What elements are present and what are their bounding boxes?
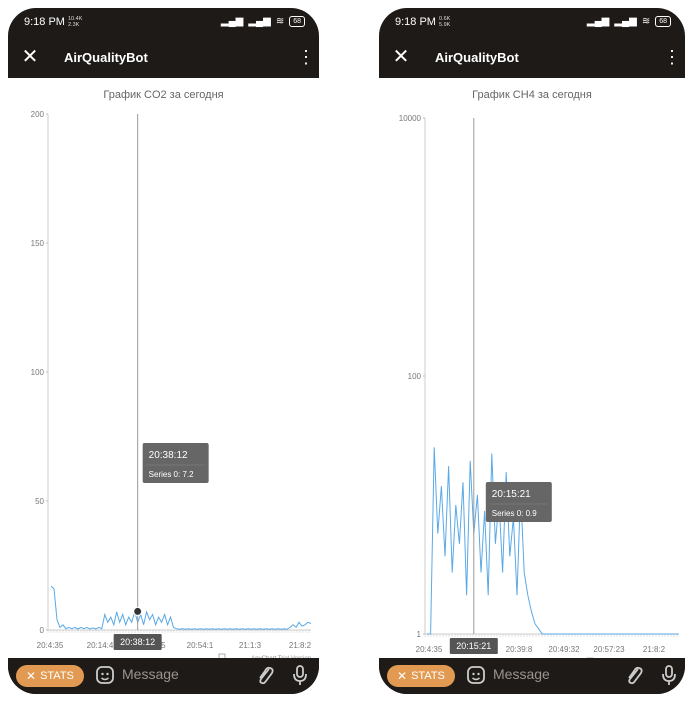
sticker-icon[interactable] xyxy=(465,664,487,686)
tooltip-time: 20:15:21 xyxy=(492,489,531,500)
app-bar: ✕ AirQualityBot ⋮ xyxy=(8,38,319,78)
y-tick-label: 50 xyxy=(35,497,44,506)
message-bar: ✕ STATS Message xyxy=(8,658,319,694)
network-speed: 10.4K 2.3K xyxy=(68,16,82,28)
status-icons: ▂▄▆ ▂▄▆ ≋ 68 xyxy=(221,16,305,27)
y-tick-label: 100 xyxy=(31,368,45,377)
status-icons: ▂▄▆ ▂▄▆ ≋ 68 xyxy=(587,16,671,27)
sticker-icon[interactable] xyxy=(94,664,116,686)
x-tick-label: 21:1:3 xyxy=(239,641,262,650)
microphone-icon[interactable] xyxy=(659,663,679,687)
y-tick-label: 150 xyxy=(31,239,45,248)
x-tick-label: 21:8:2 xyxy=(643,645,666,654)
stats-close-icon: ✕ xyxy=(397,669,408,683)
network-speed-down: 2.3K xyxy=(68,22,80,28)
x-tick-label: 20:4:35 xyxy=(416,645,443,654)
stats-button[interactable]: ✕ STATS xyxy=(387,665,455,687)
status-bar: 9:18 PM 0.6K 5.9K ▂▄▆ ▂▄▆ ≋ 68 xyxy=(379,8,685,38)
x-tick-label: 20:4:35 xyxy=(37,641,64,650)
x-tick-label: 20:14:4 xyxy=(87,641,114,650)
x-tick-label: 20:57:23 xyxy=(593,645,625,654)
tooltip-series: Series 0: 7.2 xyxy=(149,470,194,479)
battery-icon: 68 xyxy=(655,16,671,27)
battery-icon: 68 xyxy=(289,16,305,27)
battery-level: 68 xyxy=(293,18,301,25)
microphone-icon[interactable] xyxy=(290,663,310,687)
attach-icon[interactable] xyxy=(623,663,645,687)
status-time: 9:18 PM xyxy=(24,16,65,28)
close-icon[interactable]: ✕ xyxy=(391,46,411,68)
chart-co2[interactable]: График CO2 за сегодня 200 150 100 50 0 20:4:35… xyxy=(8,78,319,658)
series-0-line xyxy=(50,585,312,630)
crosshair-x-label: 20:15:21 xyxy=(456,641,491,651)
attach-icon[interactable] xyxy=(254,663,276,687)
signal-icon: ▂▄▆ xyxy=(220,16,244,27)
chart-ch4-svg[interactable]: График CH4 за сегодня 10000 100 1 20:4:35 20:… xyxy=(379,78,685,658)
y-tick-label: 10000 xyxy=(399,114,422,123)
series-0-line xyxy=(427,447,679,635)
battery-level: 68 xyxy=(659,18,667,25)
y-tick-label: 100 xyxy=(408,372,422,381)
stats-label: STATS xyxy=(411,670,445,682)
y-tick-label: 200 xyxy=(31,110,45,119)
signal-2-icon: ▂▄▆ xyxy=(614,16,637,27)
x-tick-label: 20:49:32 xyxy=(548,645,580,654)
message-bar: ✕ STATS Message xyxy=(379,658,685,694)
stats-button[interactable]: ✕ STATS xyxy=(16,665,84,687)
app-title: AirQualityBot xyxy=(64,50,148,65)
x-tick-label: 20:39:8 xyxy=(506,645,533,654)
crosshair-marker xyxy=(133,606,143,616)
y-tick-label: 0 xyxy=(40,626,45,635)
more-options-icon[interactable]: ⋮ xyxy=(297,48,315,66)
phone-right-screen: 9:18 PM 0.6K 5.9K ▂▄▆ ▂▄▆ ≋ 68 ✕ AirQual… xyxy=(379,8,685,694)
phone-left-screen: 9:18 PM 10.4K 2.3K ▂▄▆ ▂▄▆ ≋ 68 ✕ AirQua… xyxy=(8,8,319,694)
stats-label: STATS xyxy=(40,670,74,682)
chart-title: График CO2 за сегодня xyxy=(103,89,223,101)
tooltip-time: 20:38:12 xyxy=(149,450,188,461)
crosshair-x-label: 20:38:12 xyxy=(120,637,155,647)
x-tick-label: 20:54:1 xyxy=(187,641,214,650)
close-icon[interactable]: ✕ xyxy=(20,46,40,68)
app-title: AirQualityBot xyxy=(435,50,519,65)
message-input[interactable]: Message xyxy=(493,666,550,682)
network-speed-down: 5.9K xyxy=(439,22,451,28)
more-options-icon[interactable]: ⋮ xyxy=(663,48,681,66)
app-bar: ✕ AirQualityBot ⋮ xyxy=(379,38,685,78)
wifi-icon: ≋ xyxy=(275,16,285,27)
status-time: 9:18 PM xyxy=(395,16,436,28)
chart-title: График CH4 за сегодня xyxy=(472,89,592,101)
message-input[interactable]: Message xyxy=(122,666,179,682)
x-tick-label: 21:8:2 xyxy=(289,641,312,650)
y-tick-label: 1 xyxy=(417,630,422,639)
chart-ch4[interactable]: График CH4 за сегодня 10000 100 1 20:4:35 20:… xyxy=(379,78,685,658)
stats-close-icon: ✕ xyxy=(26,669,37,683)
signal-icon: ▂▄▆ xyxy=(586,16,610,27)
chart-co2-svg[interactable]: График CO2 за сегодня 200 150 100 50 0 20:4:35… xyxy=(8,78,319,658)
wifi-icon: ≋ xyxy=(641,16,651,27)
signal-2-icon: ▂▄▆ xyxy=(248,16,271,27)
tooltip-series: Series 0: 0.9 xyxy=(492,509,537,518)
status-bar: 9:18 PM 10.4K 2.3K ▂▄▆ ▂▄▆ ≋ 68 xyxy=(8,8,319,38)
network-speed: 0.6K 5.9K xyxy=(439,16,450,28)
